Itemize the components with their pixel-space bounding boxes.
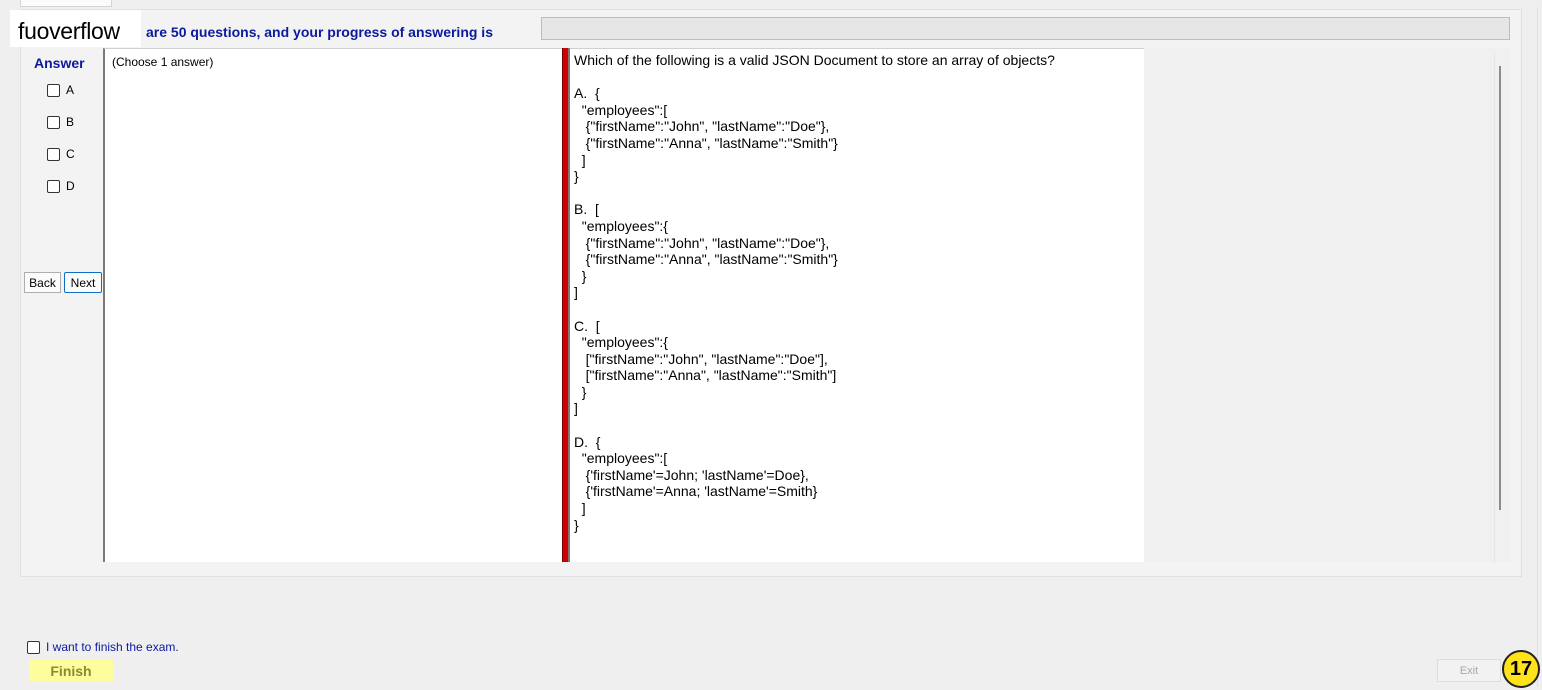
answer-option-a[interactable]: A [47, 83, 74, 97]
question-line: } [574, 267, 587, 284]
question-text: Which of the following is a valid JSON D… [574, 52, 1055, 533]
question-line: "employees":{ [574, 217, 668, 234]
question-line [574, 301, 1055, 318]
question-line: D. { [574, 433, 601, 450]
question-line: {'firstName'=Anna; 'lastName'=Smith} [574, 483, 818, 500]
option-a-checkbox[interactable] [47, 83, 60, 97]
progress-bar [541, 17, 1510, 40]
answer-option-b[interactable]: B [47, 115, 74, 129]
question-line: ["firstName":"John", "lastName":"Doe"], [574, 350, 828, 367]
question-panel: Which of the following is a valid JSON D… [570, 48, 1144, 562]
question-line: Which of the following is a valid JSON D… [574, 52, 1055, 68]
finish-button[interactable]: Finish [29, 660, 113, 681]
question-line: {'firstName'=John; 'lastName'=Doe}, [574, 466, 809, 483]
question-line: ] [574, 500, 586, 517]
option-b-checkbox[interactable] [47, 115, 60, 129]
instructions-panel: (Choose 1 answer) [103, 48, 562, 562]
question-line: B. [ [574, 201, 599, 218]
question-line: } [574, 168, 579, 185]
answer-option-d[interactable]: D [47, 179, 75, 193]
brand-watermark: fuoverflow [10, 10, 141, 47]
question-line: ] [574, 151, 586, 168]
question-line: "employees":[ [574, 101, 668, 118]
finish-exam-checkbox[interactable] [27, 640, 40, 654]
question-line [574, 69, 1055, 86]
question-line: {"firstName":"Anna", "lastName":"Smith"} [574, 134, 838, 151]
finish-exam-label: I want to finish the exam. [46, 640, 179, 654]
question-line: ] [574, 400, 578, 417]
question-line: } [574, 383, 587, 400]
option-b-label: B [66, 115, 75, 129]
exit-button[interactable]: Exit [1437, 659, 1501, 682]
question-line [574, 417, 1055, 434]
answer-title: Answer [34, 55, 85, 71]
right-blank-area [1144, 48, 1510, 562]
question-line: {"firstName":"John", "lastName":"Doe"}, [574, 118, 830, 135]
page-number-badge: 17 [1502, 650, 1540, 688]
next-button[interactable]: Next [64, 272, 102, 293]
scrollbar-thumb[interactable] [1499, 66, 1501, 510]
window-tab [20, 0, 112, 7]
answer-option-c[interactable]: C [47, 147, 75, 161]
progress-label: are 50 questions, and your progress of a… [146, 24, 493, 40]
instructions-text: (Choose 1 answer) [112, 55, 214, 69]
panel-splitter[interactable] [562, 48, 570, 562]
option-c-label: C [66, 147, 75, 161]
question-line: "employees":[ [574, 450, 668, 467]
question-line [574, 185, 1055, 202]
question-line: A. { [574, 85, 600, 102]
vertical-scrollbar[interactable] [1494, 54, 1508, 562]
option-a-label: A [66, 83, 75, 97]
option-d-label: D [66, 179, 75, 193]
question-line: {"firstName":"Anna", "lastName":"Smith"} [574, 251, 838, 268]
question-line: C. [ [574, 317, 600, 334]
question-line: "employees":{ [574, 334, 668, 351]
question-line: } [574, 516, 579, 533]
question-line: ] [574, 284, 578, 301]
finish-exam-check[interactable]: I want to finish the exam. [27, 640, 179, 654]
option-c-checkbox[interactable] [47, 147, 60, 161]
question-line: {"firstName":"John", "lastName":"Doe"}, [574, 234, 830, 251]
option-d-checkbox[interactable] [47, 179, 60, 193]
back-button[interactable]: Back [24, 272, 61, 293]
question-line: ["firstName":"Anna", "lastName":"Smith"] [574, 367, 837, 384]
